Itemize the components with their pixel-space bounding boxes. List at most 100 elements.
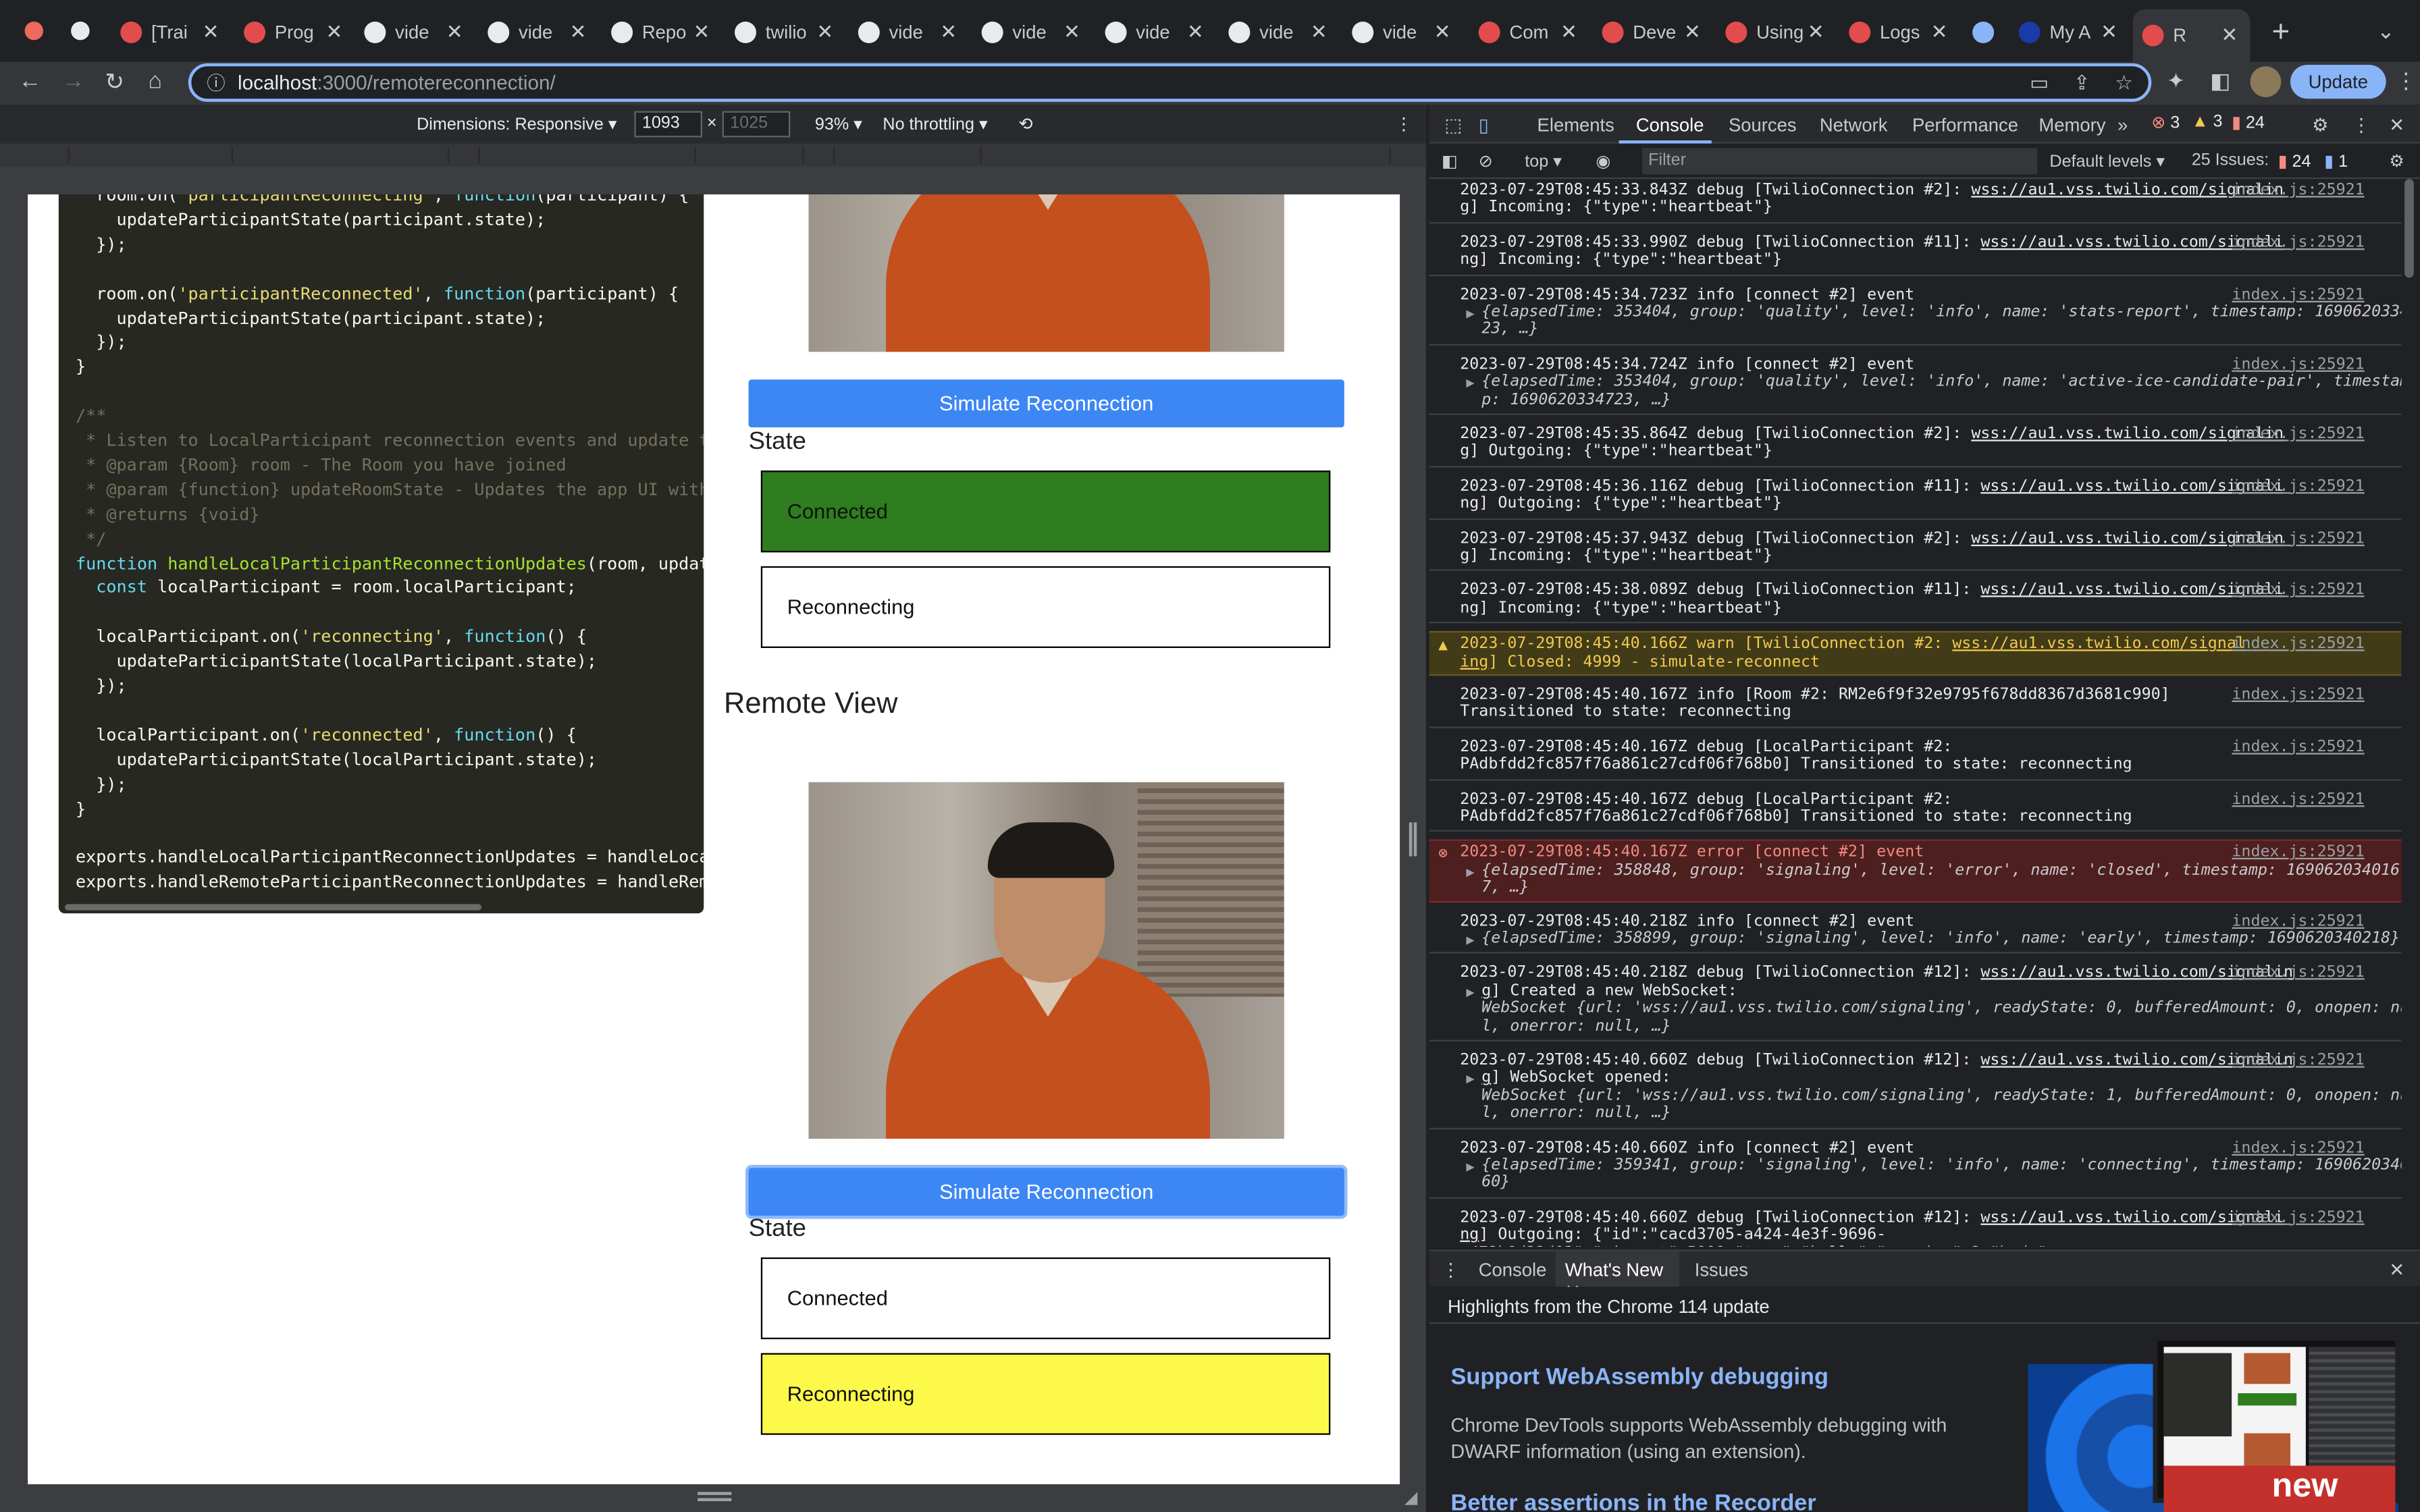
source-link[interactable]: index.js:25921 [2232, 913, 2364, 929]
forward-icon[interactable]: → [61, 68, 84, 94]
close-tab-icon[interactable]: ✕ [570, 20, 599, 45]
back-icon[interactable]: ← [18, 68, 41, 94]
expand-object-icon[interactable]: ▶ [1466, 377, 1474, 392]
rotate-icon[interactable]: ⟲ [1019, 114, 1033, 134]
tab-search-icon[interactable]: ⌄ [2377, 18, 2395, 45]
extensions-icon[interactable]: ✦ [2167, 68, 2185, 94]
drawer-tab-console[interactable]: Console [1479, 1259, 1547, 1280]
close-devtools-icon[interactable]: ✕ [2389, 114, 2404, 136]
side-panel-icon[interactable]: ◧ [2210, 68, 2230, 94]
inspect-icon[interactable]: ⬚ [1444, 114, 1462, 136]
console-message[interactable]: 2023-07-29T08:45:40.660Z debug [TwilioCo… [1429, 1049, 2402, 1129]
camera-icon[interactable]: ▭ [2030, 71, 2049, 96]
width-input[interactable]: 1093 [634, 111, 702, 138]
issues-error-badge[interactable]: ▮ 24 [2278, 151, 2311, 171]
reload-icon[interactable]: ↻ [105, 68, 124, 96]
source-link[interactable]: index.js:25921 [2232, 182, 2364, 199]
close-tab-icon[interactable]: ✕ [1434, 20, 1463, 45]
log-levels-dropdown[interactable]: Default levels ▾ [2049, 151, 2165, 171]
source-link[interactable]: index.js:25921 [2232, 686, 2364, 703]
close-tab-icon[interactable]: ✕ [203, 20, 232, 45]
address-bar[interactable]: ⓘ localhost:3000/remotereconnection/ ▭ ⇪… [188, 63, 2152, 102]
warning-count-badge[interactable]: ▲ 3 [2192, 113, 2223, 131]
browser-tab[interactable]: vide ✕ [1343, 12, 1463, 52]
source-link[interactable]: index.js:25921 [2232, 530, 2364, 547]
message-count-badge[interactable]: ▮ 24 [2232, 113, 2265, 133]
console-settings-icon[interactable]: ⚙ [2389, 151, 2404, 171]
whats-new-video-thumbnail[interactable]: new [2163, 1465, 2396, 1512]
viewport-resize-handle-right[interactable] [1409, 822, 1417, 857]
console-filter-input[interactable]: Filter [1641, 148, 2038, 175]
browser-tab[interactable]: vide ✕ [972, 12, 1093, 52]
close-tab-icon[interactable]: ✕ [693, 20, 722, 45]
browser-tab[interactable]: Com ✕ [1469, 12, 1589, 52]
whats-new-link-recorder[interactable]: Better assertions in the Recorder [1451, 1490, 1816, 1512]
device-toggle-icon[interactable]: ▯ [1479, 114, 1489, 136]
sidebar-toggle-icon[interactable]: ◧ [1442, 151, 1458, 171]
context-dropdown[interactable]: top ▾ [1525, 151, 1562, 171]
console-message[interactable]: 2023-07-29T08:45:40.660Z info [connect #… [1429, 1137, 2402, 1199]
source-link[interactable]: index.js:25921 [2232, 791, 2364, 808]
console-message[interactable]: 2023-07-29T08:45:40.218Z info [connect #… [1429, 910, 2402, 954]
source-link[interactable]: index.js:25921 [2232, 356, 2364, 373]
zoom-dropdown[interactable]: 93% ▾ [815, 114, 862, 134]
close-tab-icon[interactable]: ✕ [1560, 20, 1589, 45]
close-tab-icon[interactable]: ✕ [816, 20, 845, 45]
close-tab-icon[interactable]: ✕ [2221, 23, 2250, 48]
expand-object-icon[interactable]: ▶ [1466, 986, 1474, 1001]
console-message[interactable]: 2023-07-29T08:45:38.089Z debug [TwilioCo… [1429, 579, 2402, 624]
tab-elements[interactable]: Elements [1537, 114, 1614, 136]
source-link[interactable]: index.js:25921 [2232, 1139, 2364, 1156]
drawer-tab-issues[interactable]: Issues [1695, 1259, 1748, 1280]
console-message[interactable]: 2023-07-29T08:45:40.167Z debug [LocalPar… [1429, 736, 2402, 780]
browser-tab[interactable]: Logs ✕ [1840, 12, 1960, 52]
close-tab-icon[interactable]: ✕ [2101, 20, 2130, 45]
browser-tab[interactable]: vide ✕ [479, 12, 599, 52]
device-more-icon[interactable]: ⋮ [1395, 114, 1412, 134]
browser-tab[interactable]: vide ✕ [355, 12, 475, 52]
close-tab-icon[interactable]: ✕ [1684, 20, 1713, 45]
close-tab-icon[interactable]: ✕ [1808, 20, 1837, 45]
console-message[interactable]: 2023-07-29T08:45:33.843Z debug [TwilioCo… [1429, 179, 2402, 223]
tab-network[interactable]: Network [1820, 114, 1888, 136]
simulate-reconnection-button-remote[interactable]: Simulate Reconnection [748, 1168, 1344, 1216]
console-message[interactable]: 2023-07-29T08:45:40.660Z debug [TwilioCo… [1429, 1206, 2402, 1247]
close-tab-icon[interactable]: ✕ [446, 20, 475, 45]
source-link[interactable]: index.js:25921 [2232, 965, 2364, 981]
browser-tab[interactable]: My A ✕ [2009, 12, 2130, 52]
height-input[interactable]: 1025 [722, 111, 791, 138]
error-count-badge[interactable]: ⊗ 3 [2151, 113, 2180, 133]
source-link[interactable]: index.js:25921 [2232, 583, 2364, 599]
browser-tab[interactable]: Prog ✕ [234, 12, 354, 52]
tab-console[interactable]: Console [1636, 114, 1704, 136]
close-tab-icon[interactable]: ✕ [325, 20, 354, 45]
console-message[interactable]: ⊗ 2023-07-29T08:45:40.167Z error [connect… [1429, 840, 2402, 902]
home-icon[interactable]: ⌂ [148, 68, 162, 94]
close-window-icon[interactable] [24, 21, 43, 40]
browser-tab[interactable]: Using ✕ [1716, 12, 1837, 52]
console-message[interactable]: ▲ 2023-07-29T08:45:40.166Z warn [TwilioCo… [1429, 631, 2402, 676]
console-message[interactable]: 2023-07-29T08:45:34.724Z info [connect #… [1429, 353, 2402, 415]
site-info-icon[interactable]: ⓘ [207, 70, 225, 96]
code-scrollbar[interactable] [64, 904, 482, 911]
browser-tab[interactable] [1963, 12, 2006, 52]
close-tab-icon[interactable]: ✕ [1063, 20, 1093, 45]
throttling-dropdown[interactable]: No throttling ▾ [883, 114, 987, 134]
console-message[interactable]: 2023-07-29T08:45:40.167Z debug [LocalPar… [1429, 788, 2402, 832]
browser-tab[interactable]: vide ✕ [1219, 12, 1340, 52]
console-message[interactable]: 2023-07-29T08:45:36.116Z debug [TwilioCo… [1429, 475, 2402, 520]
console-log[interactable]: 2023-07-29T08:45:33.843Z debug [TwilioCo… [1429, 179, 2402, 1247]
browser-tab[interactable]: vide ✕ [849, 12, 969, 52]
tab-sources[interactable]: Sources [1729, 114, 1797, 136]
browser-tab[interactable]: R ✕ [2132, 9, 2251, 62]
console-scrollbar[interactable] [2404, 179, 2414, 278]
viewport-resize-handle-bottom[interactable] [698, 1492, 732, 1501]
clear-console-icon[interactable]: ⊘ [1479, 151, 1493, 171]
issues-info-badge[interactable]: ▮ 1 [2324, 151, 2348, 171]
source-link[interactable]: index.js:25921 [2232, 636, 2364, 653]
close-tab-icon[interactable]: ✕ [1311, 20, 1340, 45]
whats-new-link-wasm[interactable]: Support WebAssembly debugging [1451, 1364, 1829, 1390]
console-message[interactable]: 2023-07-29T08:45:34.723Z info [connect #… [1429, 284, 2402, 346]
expand-object-icon[interactable]: ▶ [1466, 934, 1474, 949]
browser-menu-icon[interactable]: ⋮ [2395, 68, 2417, 94]
